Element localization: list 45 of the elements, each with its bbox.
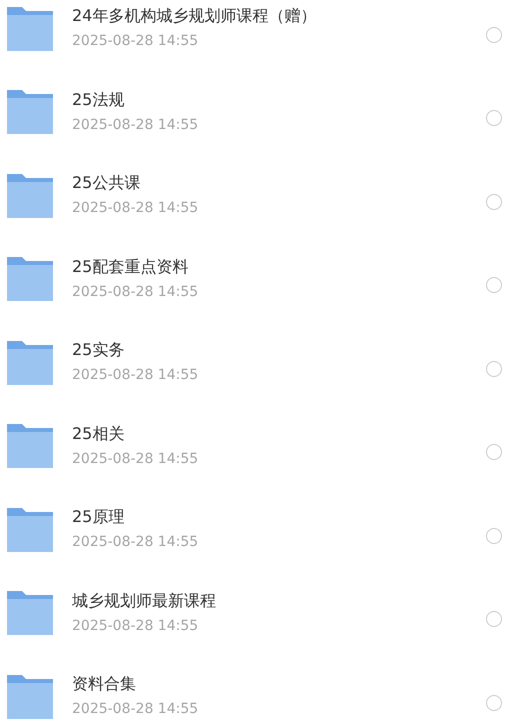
modified-date: 2025-08-28 14:55 bbox=[72, 618, 200, 634]
folder-icon bbox=[7, 338, 53, 385]
folder-name: 25实务 bbox=[72, 340, 126, 362]
modified-date: 2025-08-28 14:55 bbox=[72, 33, 200, 50]
select-radio[interactable] bbox=[486, 611, 502, 628]
select-radio[interactable] bbox=[486, 528, 502, 544]
folder-name: 24年多机构城乡规划师课程（赠） bbox=[72, 6, 318, 28]
folder-row[interactable]: 25实务 2025-08-28 14:55 bbox=[0, 320, 516, 404]
folder-name: 25原理 bbox=[72, 507, 126, 528]
modified-date: 2025-08-28 14:55 bbox=[72, 284, 200, 300]
select-radio[interactable] bbox=[486, 444, 502, 460]
select-radio[interactable] bbox=[486, 277, 502, 294]
folder-name: 资料合集 bbox=[72, 674, 137, 696]
folder-row[interactable]: 25公共课 2025-08-28 14:55 bbox=[0, 153, 516, 236]
select-radio[interactable] bbox=[486, 694, 502, 711]
modified-date: 2025-08-28 14:55 bbox=[72, 200, 200, 216]
modified-date: 2025-08-28 14:55 bbox=[72, 701, 200, 718]
folder-row[interactable]: 25配套重点资料 2025-08-28 14:55 bbox=[0, 236, 516, 320]
folder-icon bbox=[7, 4, 53, 51]
select-radio[interactable] bbox=[486, 26, 502, 43]
folder-icon bbox=[7, 506, 53, 552]
folder-name: 25相关 bbox=[72, 424, 126, 445]
folder-row[interactable]: 25原理 2025-08-28 14:55 bbox=[0, 487, 516, 570]
folder-icon bbox=[7, 589, 53, 636]
folder-icon bbox=[7, 88, 53, 134]
folder-name: 城乡规划师最新课程 bbox=[72, 590, 217, 612]
folder-row[interactable]: 资料合集 2025-08-28 14:55 bbox=[0, 654, 516, 720]
select-radio[interactable] bbox=[486, 110, 502, 126]
folder-row[interactable]: 24年多机构城乡规划师课程（赠） 2025-08-28 14:55 bbox=[0, 0, 516, 70]
folder-name: 25法规 bbox=[72, 90, 126, 111]
folder-icon bbox=[7, 255, 53, 302]
folder-row[interactable]: 25相关 2025-08-28 14:55 bbox=[0, 404, 516, 487]
modified-date: 2025-08-28 14:55 bbox=[72, 367, 200, 384]
folder-name: 25配套重点资料 bbox=[72, 256, 190, 278]
select-radio[interactable] bbox=[486, 194, 502, 210]
select-radio[interactable] bbox=[486, 360, 502, 377]
folder-icon bbox=[7, 422, 53, 468]
folder-icon bbox=[7, 672, 53, 719]
modified-date: 2025-08-28 14:55 bbox=[72, 534, 200, 550]
modified-date: 2025-08-28 14:55 bbox=[72, 450, 200, 467]
folder-name: 25公共课 bbox=[72, 173, 142, 194]
folder-row[interactable]: 25法规 2025-08-28 14:55 bbox=[0, 70, 516, 153]
folder-row[interactable]: 城乡规划师最新课程 2025-08-28 14:55 bbox=[0, 570, 516, 654]
folder-icon bbox=[7, 172, 53, 218]
modified-date: 2025-08-28 14:55 bbox=[72, 116, 200, 133]
